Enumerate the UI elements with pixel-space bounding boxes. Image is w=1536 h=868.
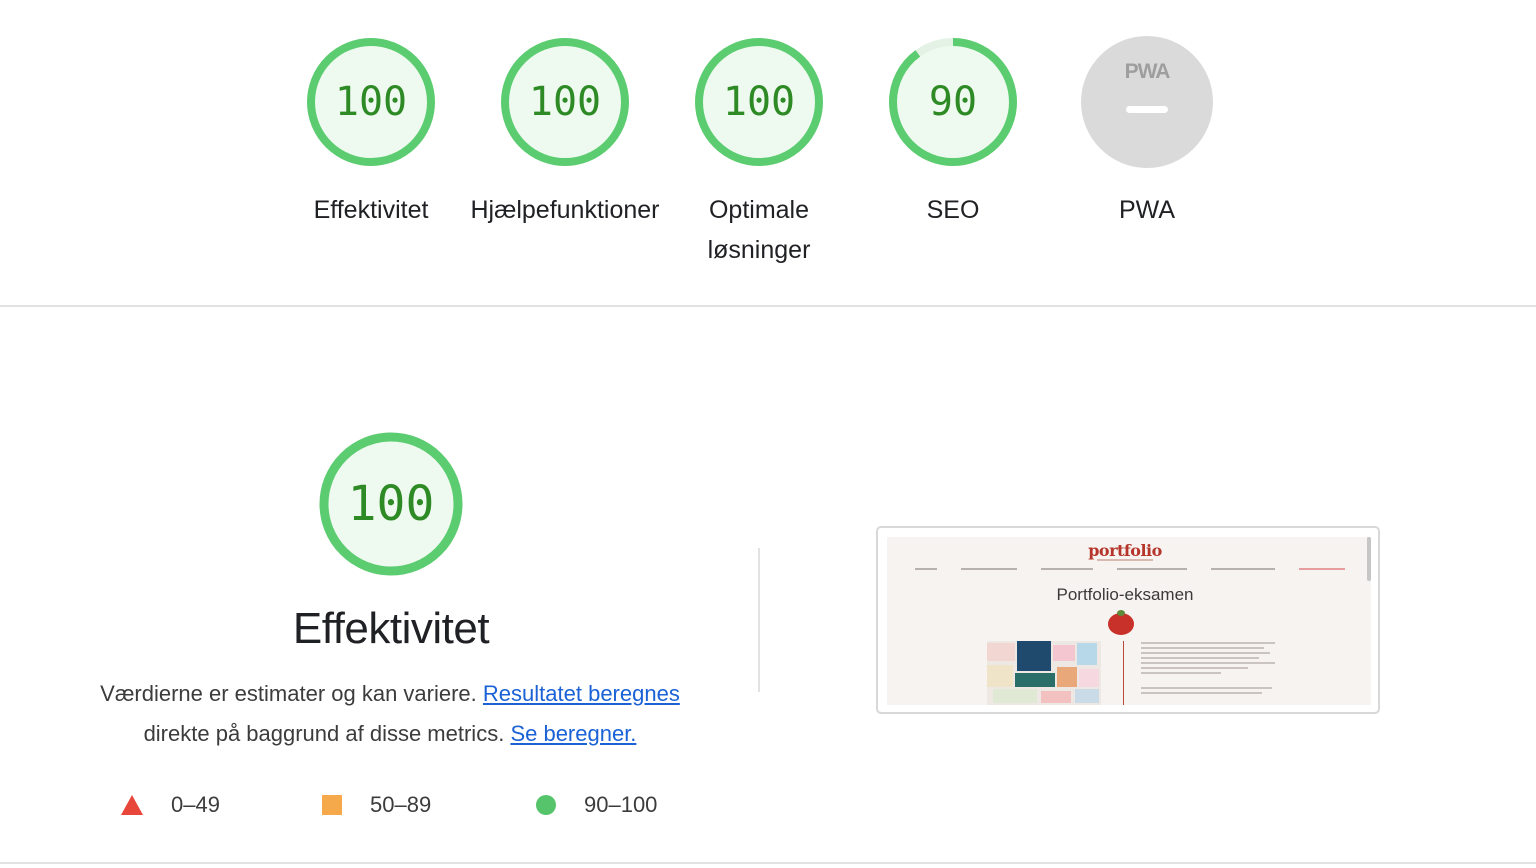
header-divider: [0, 305, 1536, 307]
gauge-hjaelpefunktioner[interactable]: 100 Hjælpefunktioner: [468, 36, 662, 230]
circle-icon: [536, 795, 556, 815]
category-description: Værdierne er estimater og kan variere. R…: [60, 674, 720, 754]
pwa-badge-circle: [1081, 36, 1213, 168]
final-screenshot-thumbnail[interactable]: portfolio Portfolio-eksamen: [876, 526, 1380, 714]
gauge-label: Hjælpefunktioner: [470, 196, 660, 224]
gauge-label: Optimale løsninger: [707, 196, 811, 264]
pwa-dash: [1126, 106, 1168, 113]
gauge-label: PWA: [1118, 196, 1176, 224]
tomato-illustration: [1108, 613, 1134, 635]
score-gauge[interactable]: 100: [693, 36, 825, 168]
gauge-effektivitet[interactable]: 100 Effektivitet: [274, 36, 468, 230]
category-score: 100: [347, 476, 435, 532]
description-text-2: direkte på baggrund af disse metrics.: [143, 721, 505, 746]
score-gauge[interactable]: 90: [887, 36, 1019, 168]
thumbnail-divider: [1123, 641, 1124, 705]
calculation-link[interactable]: Resultatet beregnes: [483, 681, 680, 706]
gauge-label: SEO: [926, 196, 980, 224]
gauge-optimale-losninger[interactable]: 100 Optimale løsninger: [662, 36, 856, 270]
gauge-label: Effektivitet: [313, 196, 429, 224]
thumbnail-collage: [987, 641, 1101, 705]
thumbnail-nav: [915, 568, 1345, 570]
score-gauge[interactable]: 100: [499, 36, 631, 168]
tomato-leaf: [1117, 610, 1125, 616]
thumbnail-logo: portfolio: [1088, 541, 1162, 560]
category-title: Effektivitet: [292, 604, 490, 653]
thumbnail-tagline: [887, 559, 1363, 562]
triangle-icon: [121, 795, 143, 815]
thumbnail-heading: Portfolio-eksamen: [1056, 585, 1194, 604]
gauge-score: 100: [334, 79, 408, 125]
category-score-gauge: 100: [317, 430, 465, 578]
section-bottom-divider: [0, 862, 1536, 864]
legend-pass: 90–100: [536, 790, 657, 820]
pwa-logo-icon: PWA: [1124, 60, 1171, 83]
legend-average: 50–89: [322, 790, 431, 820]
thumbnail-text-block: [1141, 642, 1275, 697]
legend-range: 50–89: [370, 792, 432, 817]
legend-range: 90–100: [584, 792, 658, 817]
gauge-score: 100: [528, 79, 602, 125]
gauge-score: 90: [928, 79, 978, 125]
screenshot-image: portfolio Portfolio-eksamen: [887, 537, 1371, 705]
see-calculator-link[interactable]: Se beregner.: [510, 721, 636, 746]
square-icon: [322, 795, 342, 815]
gauge-score: 100: [722, 79, 796, 125]
description-text: Værdierne er estimater og kan variere.: [100, 681, 477, 706]
gauge-seo[interactable]: 90 SEO: [856, 36, 1050, 230]
gauge-pwa[interactable]: PWA PWA: [1050, 36, 1244, 230]
score-gauge[interactable]: 100: [305, 36, 437, 168]
legend-fail: 0–49: [121, 790, 220, 820]
legend-range: 0–49: [171, 792, 220, 817]
thumbnail-scrollbar: [1367, 537, 1371, 581]
vertical-separator: [758, 548, 760, 692]
pwa-badge[interactable]: PWA: [1081, 36, 1213, 168]
